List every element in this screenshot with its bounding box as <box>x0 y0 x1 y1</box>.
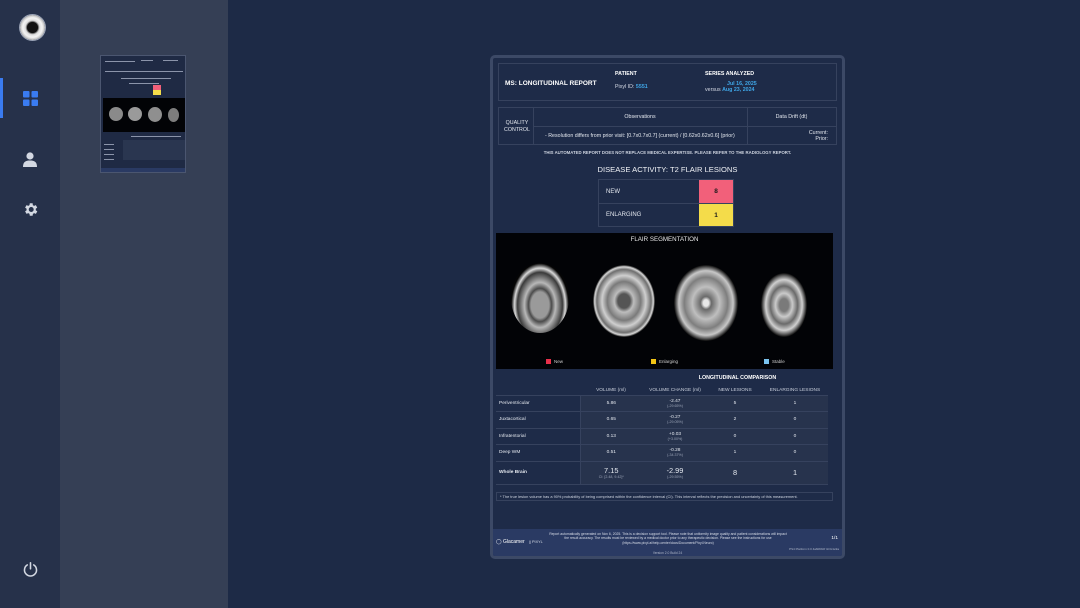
series-section: SERIES ANALYZED Jul 16, 2025 versus Aug … <box>705 71 757 93</box>
page-thumbnail[interactable] <box>100 55 186 173</box>
qc-drift-values: Current: Prior: <box>808 130 828 142</box>
col-enlarging-lesions: ENLARGING LESIONS <box>762 386 828 396</box>
patient-label: PATIENT <box>615 71 637 77</box>
report-title: MS: LONGITUDINAL REPORT <box>505 80 597 87</box>
comparison-header-row: VOLUME (ml) VOLUME CHANGE (ml) NEW LESIO… <box>496 386 828 396</box>
grid-icon <box>22 90 38 106</box>
table-row-total: Whole Brain 7.15 CI: [2.48, 9.42]* -2.99(… <box>496 461 828 485</box>
report-footer: ◯ Glacamer || PIXYL Report automatically… <box>493 529 842 556</box>
table-row: Periventricular 5.86 -2.47 (-29.65%) 5 1 <box>496 395 828 412</box>
app-logo[interactable] <box>20 15 45 40</box>
nav-rail <box>0 0 60 608</box>
col-volume: VOLUME (ml) <box>580 386 642 396</box>
longitudinal-comparison-table: VOLUME (ml) VOLUME CHANGE (ml) NEW LESIO… <box>496 386 828 485</box>
activity-row-new: NEW 8 <box>599 180 733 203</box>
ci-footnote: * The true lesion volume has a 90% proba… <box>496 492 833 501</box>
activity-value-new: 8 <box>699 180 733 203</box>
nav-logout[interactable] <box>0 549 60 589</box>
brain-slice-3 <box>674 265 738 341</box>
flair-segmentation-panel: FLAIR SEGMENTATION New Enlarging Stable <box>496 233 833 369</box>
patient-id-label: Pixyl ID: <box>615 84 635 90</box>
series-versus-label: versus <box>705 87 721 93</box>
report-page: MS: LONGITUDINAL REPORT PATIENT Pixyl ID… <box>490 55 845 559</box>
footer-logo: ◯ Glacamer <box>496 539 525 545</box>
legend-stable: Stable <box>764 359 785 364</box>
segmentation-title: FLAIR SEGMENTATION <box>630 236 699 243</box>
footer-code: Version 2.0 Build 24 <box>652 551 683 555</box>
nav-settings[interactable] <box>0 189 60 229</box>
table-row: Deep WM 0.51 -0.28 (-34.37%) 1 0 <box>496 444 828 462</box>
col-new-lesions: NEW LESIONS <box>708 386 762 396</box>
observations-header: Observations <box>624 114 656 120</box>
report-header: MS: LONGITUDINAL REPORT PATIENT Pixyl ID… <box>498 63 837 101</box>
disease-activity-title: DISEASE ACTIVITY: T2 FLAIR LESIONS <box>597 165 738 174</box>
report-disclaimer: THIS AUTOMATED REPORT DOES NOT REPLACE M… <box>543 150 792 155</box>
footer-logo-secondary: || PIXYL <box>529 540 543 544</box>
legend-enlarging: Enlarging <box>651 359 678 364</box>
brain-slice-1 <box>511 263 569 333</box>
series-prior-date: Aug 23, 2024 <box>722 87 755 93</box>
footer-text: Report automatically generated on Nov 6,… <box>549 532 787 545</box>
activity-value-enlarging: 1 <box>699 204 733 226</box>
patient-id: 5551 <box>635 84 648 90</box>
footer-id: PS4 Platform 0.0 4a8d6b0f 3c3c1e9a <box>789 547 839 551</box>
table-row: Infratentorial 0.13 +0.03 (+3.00%) 0 0 <box>496 428 828 445</box>
power-icon <box>23 561 37 577</box>
legend-new: New <box>546 359 563 364</box>
report-viewer: MS: LONGITUDINAL REPORT PATIENT Pixyl ID… <box>228 0 1080 608</box>
data-drift-header: Data Drift (dt) <box>775 114 808 120</box>
qc-observation: - Resolution differs from prior visit: [… <box>545 133 735 139</box>
quality-control-label: QUALITY CONTROL <box>504 120 530 133</box>
brain-slice-2 <box>593 265 655 337</box>
activity-row-enlarging: ENLARGING 1 <box>599 203 733 226</box>
page-thumbnail-panel <box>60 0 228 608</box>
table-row: Juxtacortical 0.65 -0.27 (-29.05%) 2 0 <box>496 411 828 429</box>
user-icon <box>23 151 37 167</box>
col-volume-change: VOLUME CHANGE (ml) <box>642 386 708 396</box>
patient-section: PATIENT Pixyl ID: 5551 <box>615 71 648 90</box>
app-window: MS: LONGITUDINAL REPORT PATIENT Pixyl ID… <box>0 0 1080 608</box>
gear-icon <box>24 202 37 216</box>
comparison-title: LONGITUDINAL COMPARISON <box>698 375 777 381</box>
brain-slice-4 <box>761 273 807 337</box>
disease-activity-table: NEW 8 ENLARGING 1 <box>598 179 734 227</box>
nav-patients[interactable] <box>0 139 60 179</box>
series-label: SERIES ANALYZED <box>705 71 755 77</box>
quality-control-table: QUALITY CONTROL Observations Data Drift … <box>498 107 837 145</box>
nav-dashboard[interactable] <box>0 78 60 118</box>
page-number: 1/1 <box>831 536 838 541</box>
